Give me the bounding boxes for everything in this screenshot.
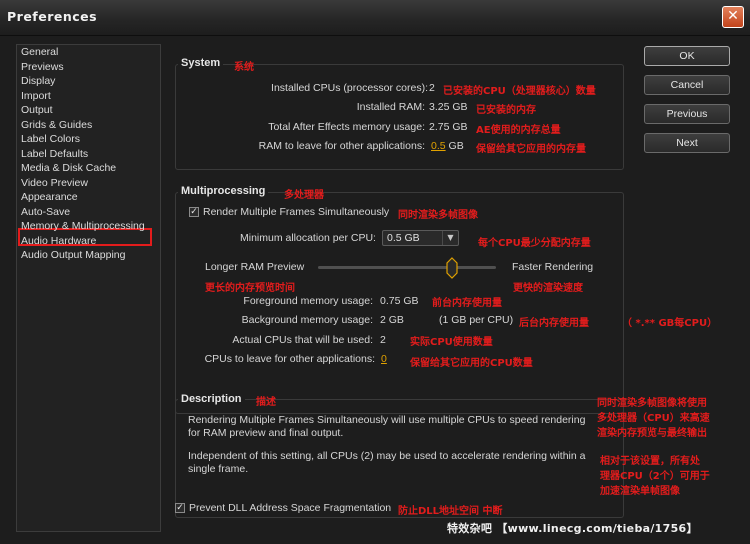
fg-memory-value: 0.75 GB — [380, 295, 419, 307]
ae-memory-label: Total After Effects memory usage: — [268, 121, 425, 133]
annotation: 实际CPU使用数量 — [410, 337, 493, 348]
category-item[interactable]: Import — [21, 90, 51, 102]
category-item[interactable]: Output — [21, 104, 53, 116]
category-item[interactable]: Display — [21, 75, 55, 87]
slider-right-label: Faster Rendering — [512, 261, 594, 273]
cpus-leave-label: CPUs to leave for other applications: — [204, 353, 375, 365]
description-title: Description — [178, 393, 245, 405]
ram-render-slider[interactable] — [318, 266, 496, 269]
min-alloc-label: Minimum allocation per CPU: — [240, 232, 376, 244]
annotation: 同时渲染多帧图像将使用 — [597, 398, 707, 409]
category-item[interactable]: Media & Disk Cache — [21, 162, 116, 174]
installed-cpus-value: 2 — [429, 82, 435, 94]
prevent-dll-checkbox[interactable]: ✓ — [175, 503, 185, 513]
category-item-selected[interactable]: Memory & Multiprocessing — [21, 220, 145, 232]
annotation: （ *.** GB每CPU） — [622, 318, 718, 329]
cpus-leave-value[interactable]: 0 — [381, 353, 387, 365]
annotation: 保留给其它应用的内存量 — [476, 144, 586, 155]
annotation: 保留给其它应用的CPU数量 — [410, 358, 533, 369]
category-item[interactable]: Auto-Save — [21, 206, 70, 218]
actual-cpus-value: 2 — [380, 334, 386, 346]
ram-leave-label: RAM to leave for other applications: — [258, 140, 425, 152]
category-item[interactable]: Previews — [21, 61, 64, 73]
annotation: 描述 — [256, 397, 276, 408]
annotation: 多处理器（CPU）来高速 — [597, 413, 710, 424]
chevron-down-icon[interactable]: ▼ — [442, 231, 458, 245]
category-item[interactable]: Video Preview — [21, 177, 88, 189]
annotation: 更快的渲染速度 — [513, 283, 583, 294]
bg-memory-value: 2 GB — [380, 314, 404, 326]
fg-memory-label: Foreground memory usage: — [243, 295, 373, 307]
installed-cpus-label: Installed CPUs (processor cores): — [271, 82, 428, 94]
previous-button[interactable]: Previous — [644, 104, 730, 124]
annotation: 已安装的CPU（处理器核心）数量 — [443, 86, 596, 97]
system-title: System — [178, 57, 224, 69]
min-alloc-select[interactable]: 0.5 GB ▼ — [382, 230, 459, 246]
category-list[interactable]: General Previews Display Import Output G… — [16, 44, 161, 532]
annotation: 相对于该设置，所有处 — [600, 456, 700, 467]
installed-ram-label: Installed RAM: — [356, 101, 425, 113]
annotation: 系统 — [234, 62, 254, 73]
bg-memory-label: Background memory usage: — [241, 314, 373, 326]
close-icon[interactable]: ✕ — [722, 6, 744, 28]
category-item[interactable]: Audio Output Mapping — [21, 249, 126, 261]
description-text-1: Rendering Multiple Frames Simultaneously… — [188, 414, 586, 439]
prevent-dll-label[interactable]: Prevent DLL Address Space Fragmentation — [189, 502, 391, 514]
cancel-button[interactable]: Cancel — [644, 75, 730, 95]
render-multiple-checkbox[interactable]: ✓ — [189, 207, 199, 217]
multiprocessing-title: Multiprocessing — [178, 185, 269, 197]
annotation: 加速渲染单帧图像 — [600, 486, 680, 497]
description-text-2: Independent of this setting, all CPUs (2… — [188, 450, 586, 475]
category-item[interactable]: Audio Hardware — [21, 235, 96, 247]
annotation: 已安装的内存 — [476, 105, 536, 116]
ok-button[interactable]: OK — [644, 46, 730, 66]
ram-leave-value[interactable]: 0.5 GB — [431, 140, 464, 152]
category-item[interactable]: General — [21, 46, 58, 58]
category-item[interactable]: Appearance — [21, 191, 78, 203]
annotation: 前台内存使用量 — [432, 298, 502, 309]
annotation: 渲染内存预览与最终输出 — [597, 428, 707, 439]
annotation: 同时渲染多帧图像 — [398, 210, 478, 221]
bg-memory-per-cpu: (1 GB per CPU) — [439, 314, 514, 326]
render-multiple-label[interactable]: Render Multiple Frames Simultaneously — [203, 206, 389, 218]
slider-thumb[interactable] — [446, 257, 458, 279]
next-button[interactable]: Next — [644, 133, 730, 153]
annotation: AE使用的内存总量 — [476, 125, 561, 136]
category-item[interactable]: Label Defaults — [21, 148, 88, 160]
installed-ram-value: 3.25 GB — [429, 101, 468, 113]
watermark: 特效杂吧 【www.linecg.com/tieba/1756】 — [447, 522, 698, 535]
slider-left-label: Longer RAM Preview — [205, 261, 305, 273]
window-title: Preferences — [7, 9, 98, 24]
annotation: 多处理器 — [284, 190, 324, 201]
category-item[interactable]: Grids & Guides — [21, 119, 92, 131]
title-bar: Preferences ✕ — [0, 0, 750, 36]
category-item[interactable]: Label Colors — [21, 133, 80, 145]
ae-memory-value: 2.75 GB — [429, 121, 468, 133]
annotation: 理器CPU（2个）可用于 — [600, 471, 710, 482]
actual-cpus-label: Actual CPUs that will be used: — [232, 334, 373, 346]
annotation: 更长的内存预览时间 — [205, 283, 295, 294]
annotation: 后台内存使用量 — [519, 318, 589, 329]
annotation: 防止DLL地址空间 中断 — [398, 506, 503, 517]
annotation: 每个CPU最少分配内存量 — [478, 238, 591, 249]
dialog-body: General Previews Display Import Output G… — [0, 36, 750, 544]
